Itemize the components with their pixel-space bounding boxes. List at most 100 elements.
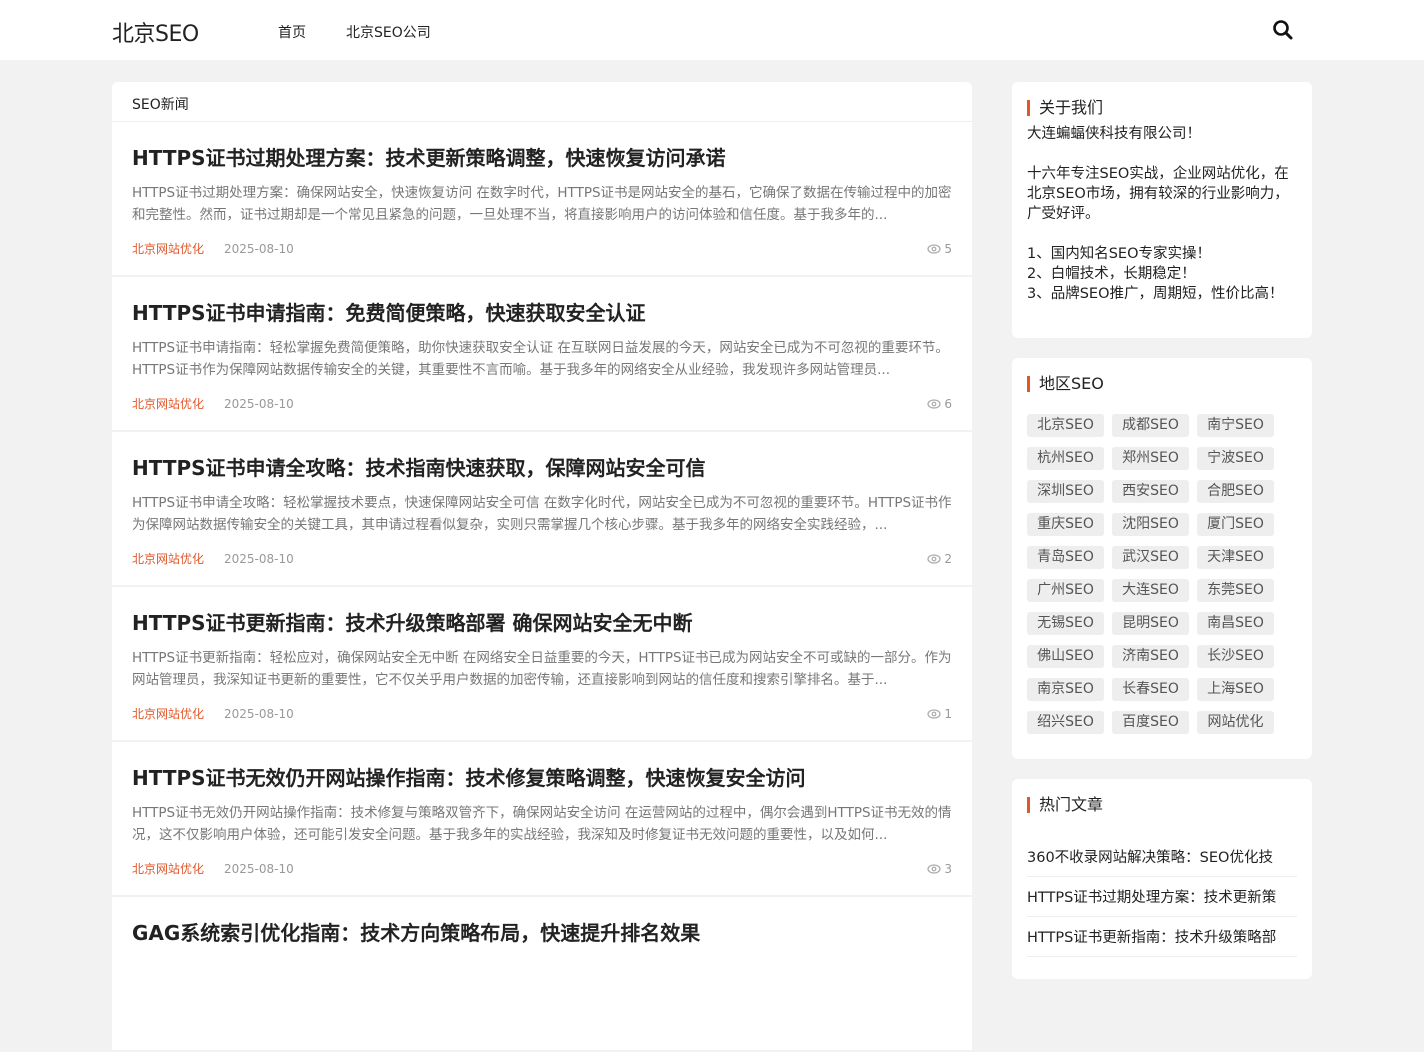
region-tag[interactable]: 长沙SEO <box>1197 645 1274 668</box>
region-tag[interactable]: 重庆SEO <box>1027 513 1104 536</box>
region-tag[interactable]: 东莞SEO <box>1197 579 1274 602</box>
eye-icon <box>927 398 941 409</box>
region-tag[interactable]: 南京SEO <box>1027 678 1104 701</box>
hot-article-link[interactable]: HTTPS证书过期处理方案：技术更新策 <box>1027 877 1297 917</box>
post-excerpt: HTTPS证书无效仍开网站操作指南：技术修复与策略双管齐下，确保网站安全访问 在… <box>132 805 952 843</box>
region-tag[interactable]: 广州SEO <box>1027 579 1104 602</box>
post-excerpt: HTTPS证书申请指南：轻松掌握免费简便策略，助你快速获取安全认证 在互联网日益… <box>132 340 949 378</box>
post-item: HTTPS证书申请全攻略：技术指南快速获取，保障网站安全可信 HTTPS证书申请… <box>112 432 972 585</box>
hot-articles-widget: 热门文章 360不收录网站解决策略：SEO优化技 HTTPS证书过期处理方案：技… <box>1012 779 1312 979</box>
post-item: HTTPS证书过期处理方案：技术更新策略调整，快速恢复访问承诺 HTTPS证书过… <box>112 122 972 275</box>
post-category-link[interactable]: 北京网站优化 <box>132 705 204 722</box>
region-tag[interactable]: 厦门SEO <box>1197 513 1274 536</box>
region-tag[interactable]: 合肥SEO <box>1197 480 1274 503</box>
eye-icon <box>927 553 941 564</box>
sidebar: 关于我们 大连蝙蝠侠科技有限公司！ 十六年专注SEO实战，企业网站优化，在北京S… <box>1012 82 1312 999</box>
region-tag[interactable]: 大连SEO <box>1112 579 1189 602</box>
eye-icon <box>927 243 941 254</box>
widget-title: 地区SEO <box>1027 374 1297 394</box>
eye-icon <box>927 708 941 719</box>
post-category-link[interactable]: 北京网站优化 <box>132 550 204 567</box>
post-category-link[interactable]: 北京网站优化 <box>132 860 204 877</box>
post-category-link[interactable]: 北京网站优化 <box>132 240 204 257</box>
widget-title: 热门文章 <box>1027 795 1297 815</box>
region-tag[interactable]: 杭州SEO <box>1027 447 1104 470</box>
region-tag[interactable]: 南昌SEO <box>1197 612 1274 635</box>
post-excerpt: HTTPS证书更新指南：轻松应对，确保网站安全无中断 在网络安全日益重要的今天，… <box>132 650 952 688</box>
hot-article-list: 360不收录网站解决策略：SEO优化技 HTTPS证书过期处理方案：技术更新策 … <box>1027 837 1297 957</box>
region-tag[interactable]: 天津SEO <box>1197 546 1274 569</box>
site-header: 北京SEO 首页 北京SEO公司 <box>0 0 1424 60</box>
region-tag[interactable]: 上海SEO <box>1197 678 1274 701</box>
region-tag[interactable]: 昆明SEO <box>1112 612 1189 635</box>
post-meta: 北京网站优化 2025-08-10 6 <box>132 395 952 412</box>
post-item: HTTPS证书更新指南：技术升级策略部署 确保网站安全无中断 HTTPS证书更新… <box>112 587 972 740</box>
widget-title: 关于我们 <box>1027 98 1297 118</box>
post-views: 2 <box>927 552 952 566</box>
post-meta: 北京网站优化 2025-08-10 1 <box>132 705 952 722</box>
post-title[interactable]: HTTPS证书申请全攻略：技术指南快速获取，保障网站安全可信 <box>132 454 952 482</box>
region-tag[interactable]: 南宁SEO <box>1197 414 1274 437</box>
post-title[interactable]: HTTPS证书无效仍开网站操作指南：技术修复策略调整，快速恢复安全访问 <box>132 764 952 792</box>
region-tag[interactable]: 无锡SEO <box>1027 612 1104 635</box>
view-count: 1 <box>944 706 952 721</box>
post-category-link[interactable]: 北京网站优化 <box>132 395 204 412</box>
post-excerpt: HTTPS证书申请全攻略：轻松掌握技术要点，快速保障网站安全可信 在数字化时代，… <box>132 495 952 533</box>
post-meta: 北京网站优化 2025-08-10 5 <box>132 240 952 257</box>
region-tag[interactable]: 绍兴SEO <box>1027 711 1104 734</box>
nav-item-beijing-seo-company[interactable]: 北京SEO公司 <box>346 22 431 42</box>
region-tag[interactable]: 武汉SEO <box>1112 546 1189 569</box>
post-item: HTTPS证书无效仍开网站操作指南：技术修复策略调整，快速恢复安全访问 HTTP… <box>112 742 972 895</box>
post-meta: 北京网站优化 2025-08-10 2 <box>132 550 952 567</box>
region-tag[interactable]: 宁波SEO <box>1197 447 1274 470</box>
post-date: 2025-08-10 <box>224 706 294 721</box>
post-date: 2025-08-10 <box>224 241 294 256</box>
view-count: 3 <box>944 861 952 876</box>
site-logo[interactable]: 北京SEO <box>112 16 199 48</box>
view-count: 2 <box>944 551 952 566</box>
region-seo-widget: 地区SEO 北京SEO 成都SEO 南宁SEO 杭州SEO 郑州SEO 宁波SEO 深圳SE… <box>1012 358 1312 759</box>
nav-item-home[interactable]: 首页 <box>278 22 306 42</box>
post-title[interactable]: HTTPS证书更新指南：技术升级策略部署 确保网站安全无中断 <box>132 609 952 637</box>
eye-icon <box>927 863 941 874</box>
region-tag[interactable]: 深圳SEO <box>1027 480 1104 503</box>
post-date: 2025-08-10 <box>224 551 294 566</box>
search-icon[interactable] <box>1272 19 1294 41</box>
post-date: 2025-08-10 <box>224 396 294 411</box>
region-tag[interactable]: 成都SEO <box>1112 414 1189 437</box>
region-tag[interactable]: 佛山SEO <box>1027 645 1104 668</box>
region-tag[interactable]: 西安SEO <box>1112 480 1189 503</box>
region-tag[interactable]: 长春SEO <box>1112 678 1189 701</box>
view-count: 5 <box>944 241 952 256</box>
region-tag-list: 北京SEO 成都SEO 南宁SEO 杭州SEO 郑州SEO 宁波SEO 深圳SEO 西安SEO… <box>1027 414 1287 734</box>
post-item: HTTPS证书申请指南：免费简便策略，快速获取安全认证 HTTPS证书申请指南：… <box>112 277 972 430</box>
post-title[interactable]: HTTPS证书过期处理方案：技术更新策略调整，快速恢复访问承诺 <box>132 144 952 172</box>
region-tag[interactable]: 百度SEO <box>1112 711 1189 734</box>
about-point: 2、白帽技术，长期稳定！ <box>1027 266 1196 282</box>
post-title[interactable]: GAG系统索引优化指南：技术方向策略布局，快速提升排名效果 <box>132 919 952 947</box>
post-views: 5 <box>927 242 952 256</box>
region-tag[interactable]: 沈阳SEO <box>1112 513 1189 536</box>
news-list: SEO新闻 HTTPS证书过期处理方案：技术更新策略调整，快速恢复访问承诺 HT… <box>112 82 972 1052</box>
hot-article-link[interactable]: HTTPS证书更新指南：技术升级策略部 <box>1027 917 1297 957</box>
post-meta: 北京网站优化 2025-08-10 3 <box>132 860 952 877</box>
post-date: 2025-08-10 <box>224 861 294 876</box>
section-title: SEO新闻 <box>112 82 972 122</box>
region-tag[interactable]: 济南SEO <box>1112 645 1189 668</box>
about-text: 大连蝙蝠侠科技有限公司！ 十六年专注SEO实战，企业网站优化，在北京SEO市场，… <box>1027 124 1297 304</box>
region-tag[interactable]: 网站优化 <box>1197 711 1274 734</box>
region-tag[interactable]: 青岛SEO <box>1027 546 1104 569</box>
post-item: GAG系统索引优化指南：技术方向策略布局，快速提升排名效果 <box>112 897 972 1050</box>
post-title[interactable]: HTTPS证书申请指南：免费简便策略，快速获取安全认证 <box>132 299 952 327</box>
about-point: 3、品牌SEO推广，周期短，性价比高！ <box>1027 286 1284 302</box>
view-count: 6 <box>944 396 952 411</box>
about-intro: 十六年专注SEO实战，企业网站优化，在北京SEO市场，拥有较深的行业影响力，广受… <box>1027 166 1289 222</box>
hot-article-link[interactable]: 360不收录网站解决策略：SEO优化技 <box>1027 837 1297 877</box>
region-tag[interactable]: 郑州SEO <box>1112 447 1189 470</box>
post-views: 3 <box>927 862 952 876</box>
region-tag[interactable]: 北京SEO <box>1027 414 1104 437</box>
post-excerpt: HTTPS证书过期处理方案：确保网站安全，快速恢复访问 在数字时代，HTTPS证… <box>132 185 952 223</box>
about-company: 大连蝙蝠侠科技有限公司！ <box>1027 126 1201 142</box>
main-nav: 首页 北京SEO公司 <box>278 22 431 42</box>
about-point: 1、国内知名SEO专家实操！ <box>1027 246 1212 262</box>
